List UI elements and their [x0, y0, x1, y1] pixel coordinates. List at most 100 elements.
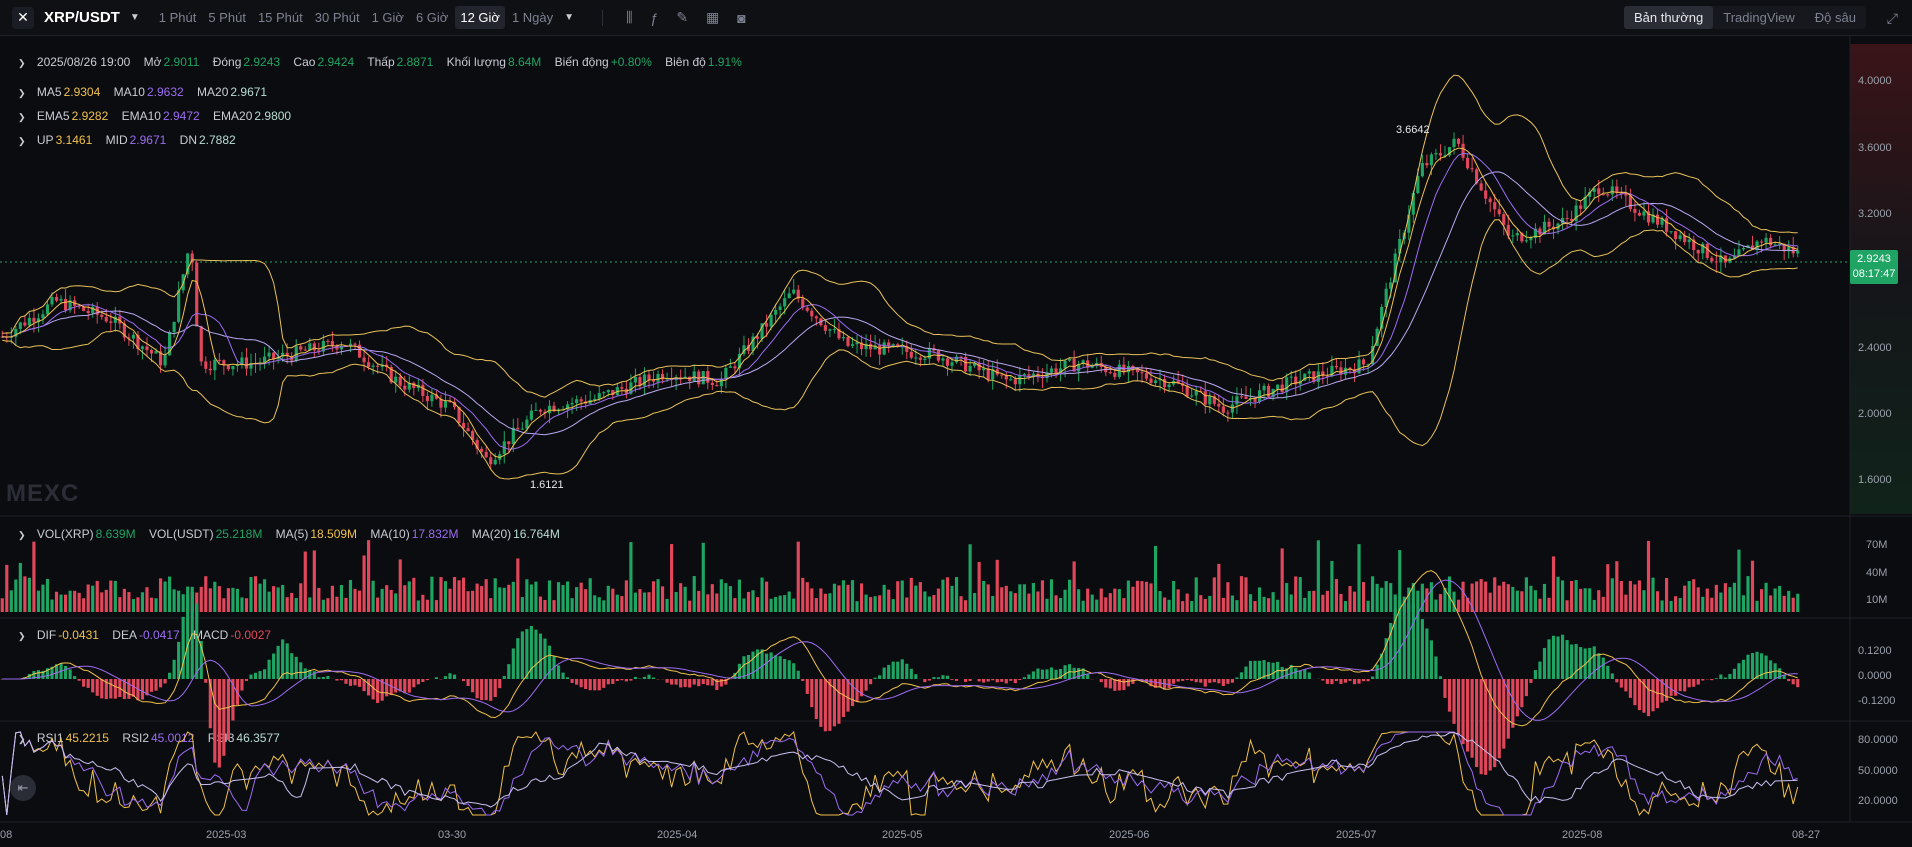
candle — [1113, 372, 1117, 377]
macd-bar — [706, 679, 710, 686]
candle — [570, 403, 574, 405]
macd-bar — [1515, 679, 1519, 717]
macd-bar — [995, 679, 999, 683]
price-chart[interactable] — [0, 0, 1912, 847]
volume-bar — [1687, 580, 1691, 612]
macd-bar — [1732, 668, 1737, 679]
macd-bar — [1267, 662, 1271, 679]
candle — [394, 376, 398, 383]
volume-bar — [579, 582, 583, 612]
macd-bar — [765, 653, 769, 679]
volume-bar — [1036, 591, 1040, 612]
macd-bar — [1606, 665, 1610, 679]
volume-bar — [1579, 588, 1583, 612]
macd-bar — [606, 679, 610, 685]
volume-bar — [1176, 589, 1180, 612]
candle — [878, 345, 882, 355]
low-annotation: 1.6121 — [530, 479, 564, 491]
candles-group — [0, 132, 1800, 470]
volume-bar — [32, 541, 36, 612]
macd-bar — [787, 660, 791, 679]
macd-axis-label: 0.0000 — [1858, 670, 1892, 682]
volume-bar — [1515, 590, 1519, 612]
volume-bar — [348, 579, 353, 612]
volume-bar — [41, 584, 45, 612]
candle — [1063, 360, 1067, 369]
candle — [443, 401, 448, 408]
candle — [425, 395, 429, 402]
scroll-to-latest-icon[interactable]: ⇤ — [10, 775, 36, 801]
volume-bar — [733, 598, 737, 612]
candle — [1669, 231, 1673, 233]
volume-bar — [918, 582, 922, 612]
candle — [783, 298, 787, 307]
dea-line — [2, 579, 1798, 721]
macd-bar — [1547, 639, 1551, 679]
macd-bar — [1470, 679, 1474, 758]
volume-bar — [1203, 598, 1207, 612]
candle — [109, 321, 113, 323]
volume-bar — [357, 590, 362, 612]
macd-bar — [1330, 679, 1334, 685]
macd-bar — [1321, 679, 1325, 681]
volume-bar — [1429, 582, 1433, 612]
candle — [1235, 396, 1239, 405]
candle — [787, 293, 791, 299]
volume-bar — [217, 586, 221, 612]
macd-bar — [543, 638, 547, 679]
macd-bar — [1701, 679, 1705, 681]
macd-bar — [1176, 679, 1180, 682]
candle — [1054, 368, 1058, 374]
macd-bar — [823, 679, 827, 732]
volume-bar — [330, 585, 334, 612]
macd-bar — [367, 679, 371, 696]
volume-bar — [199, 586, 203, 612]
macd-bar — [570, 679, 574, 683]
volume-bar — [1692, 579, 1696, 612]
macd-bar — [258, 671, 262, 679]
x-axis-label: 08-27 — [1792, 829, 1821, 841]
volume-bar — [914, 585, 918, 612]
macd-bar — [710, 679, 714, 686]
macd-bar — [1013, 679, 1017, 684]
macd-bar — [832, 679, 837, 727]
macd-bar — [1348, 679, 1352, 681]
macd-bar — [204, 679, 208, 683]
candle — [163, 355, 167, 366]
macd-bar — [945, 675, 950, 679]
volume-bar — [1172, 581, 1176, 612]
price-axis-label: 2.0000 — [1858, 408, 1892, 420]
candle — [1013, 379, 1017, 385]
volume-bar — [1068, 579, 1072, 612]
macd-bar — [299, 662, 303, 679]
macd-bar — [1737, 663, 1741, 679]
macd-bar — [1524, 679, 1528, 697]
volume-bar — [1095, 599, 1099, 612]
macd-bar — [131, 679, 135, 697]
candle — [362, 357, 366, 363]
candle — [45, 304, 50, 315]
volume-bar — [787, 591, 791, 612]
macd-bar — [502, 676, 506, 679]
volume-bar — [9, 590, 13, 612]
macd-bar — [475, 679, 479, 699]
macd-bar — [1665, 679, 1669, 701]
volume-bar — [588, 578, 592, 612]
volume-bar — [1248, 594, 1253, 612]
volume-bar — [1018, 584, 1022, 612]
rsi1-line — [1, 731, 1799, 817]
macd-bar — [1447, 679, 1452, 712]
macd-bar — [217, 679, 221, 768]
candle — [1741, 247, 1746, 250]
macd-bar — [86, 679, 90, 688]
volume-bar — [823, 593, 827, 612]
volume-bar — [23, 576, 27, 612]
volume-bar — [285, 597, 289, 612]
volume-bar — [1045, 598, 1049, 612]
macd-bar — [253, 672, 258, 679]
volume-bar — [656, 579, 660, 612]
volume-bar — [810, 588, 814, 612]
x-axis-label: 2025-03 — [206, 829, 247, 841]
macd-bar — [1248, 660, 1253, 679]
candle — [371, 365, 375, 367]
